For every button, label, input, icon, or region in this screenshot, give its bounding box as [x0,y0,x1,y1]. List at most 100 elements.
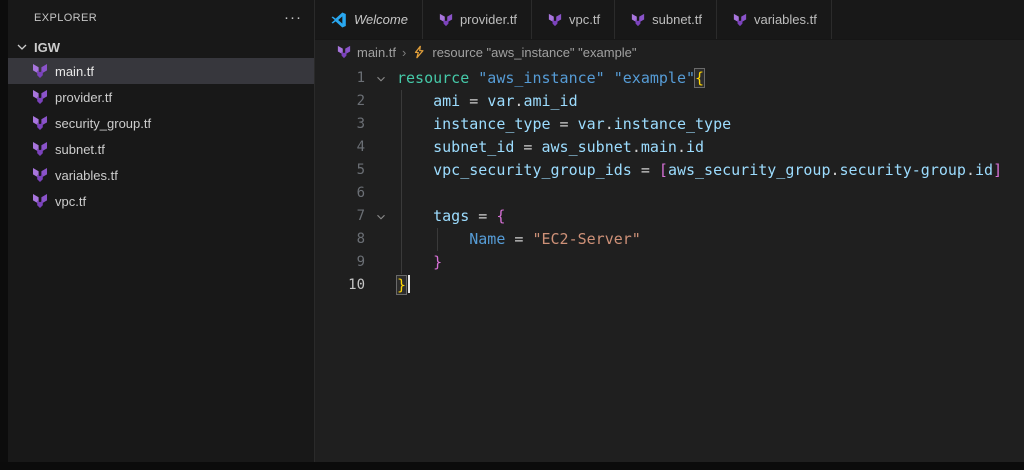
sidebar-file-subnet.tf[interactable]: subnet.tf [8,136,314,162]
sidebar-file-provider.tf[interactable]: provider.tf [8,84,314,110]
code-text: } [397,251,442,274]
indent-guide [401,136,402,159]
indent-guide [401,90,402,113]
vscode-logo-icon [331,12,346,27]
line-number: 8 [356,231,365,247]
sidebar-file-vpc.tf[interactable]: vpc.tf [8,188,314,214]
gutter-fold [365,67,397,90]
breadcrumb-file[interactable]: main.tf [337,45,396,60]
code-text: ami = var.ami_id [397,90,578,113]
code-token: = [460,92,488,110]
tab-variables-tf[interactable]: variables.tf [717,0,832,39]
code-line-5[interactable]: 5 vpc_security_group_ids = [aws_security… [315,159,1024,182]
breadcrumb: main.tf › resource "aws_instance" "examp… [315,40,1024,64]
code-line-10[interactable]: 10} [315,274,1024,297]
code-token: var [487,92,515,110]
terraform-icon [33,116,47,130]
terraform-icon [33,142,47,156]
code-line-3[interactable]: 3 instance_type = var.instance_type [315,113,1024,136]
code-token: { [496,207,506,225]
code-token: id [975,161,994,179]
code-token: . [631,138,641,156]
tab-label: Welcome [354,12,408,27]
sidebar-file-main.tf[interactable]: main.tf [8,58,314,84]
sidebar-file-security_group.tf[interactable]: security_group.tf [8,110,314,136]
gutter-fold [365,113,397,136]
explorer-header: EXPLORER ··· [8,0,314,36]
file-name: security_group.tf [55,115,152,131]
line-number: 4 [356,139,365,155]
gutter-fold [365,228,397,251]
gutter-fold [365,182,397,205]
text-cursor [408,275,411,293]
code-token: subnet_id [433,138,515,156]
line-number: 2 [356,93,365,109]
terraform-icon [337,45,351,59]
code-text: vpc_security_group_ids = [aws_security_g… [397,159,1002,182]
code-line-4[interactable]: 4 subnet_id = aws_subnet.main.id [315,136,1024,159]
tab-label: provider.tf [459,12,518,27]
code-token: aws_security_group [667,161,831,179]
code-token: } [395,275,408,295]
explorer-sidebar: EXPLORER ··· IGW main.tf provider.tf sec… [8,0,314,462]
fold-chevron-icon[interactable] [374,72,388,86]
breadcrumb-file-label: main.tf [357,44,397,60]
code-token: aws_subnet [541,138,632,156]
tab-welcome[interactable]: Welcome [315,0,423,39]
breadcrumb-separator: › [402,44,407,60]
gutter-fold [365,159,397,182]
code-token: . [965,161,975,179]
code-token: var [577,115,605,133]
code-token: tags [433,207,470,225]
code-line-6[interactable]: 6 [315,182,1024,205]
indent-guide [401,159,402,182]
line-number: 3 [356,116,365,132]
line-number: 9 [356,254,365,270]
code-token: instance_type [433,115,551,133]
code-token: main [640,138,677,156]
indent-guide [401,205,402,228]
code-token: [ [658,161,668,179]
line-number: 10 [348,277,365,293]
code-token: } [433,253,443,271]
breadcrumb-symbol[interactable]: resource "aws_instance" "example" [412,45,637,60]
folder-name: IGW [34,39,60,55]
code-token: vpc_security_group_ids [433,161,632,179]
gutter-fold [365,136,397,159]
code-token: = [550,115,578,133]
code-line-8[interactable]: 8 Name = "EC2-Server" [315,228,1024,251]
indent-guide [437,228,438,251]
code-text: subnet_id = aws_subnet.main.id [397,136,704,159]
code-line-1[interactable]: 1 resource "aws_instance" "example"{ [315,67,1024,90]
code-line-9[interactable]: 9 } [315,251,1024,274]
file-name: subnet.tf [55,141,105,157]
indent-guide [401,228,402,251]
line-number: 6 [356,185,365,201]
sidebar-file-variables.tf[interactable]: variables.tf [8,162,314,188]
fold-chevron-icon[interactable] [374,210,388,224]
code-line-2[interactable]: 2 ami = var.ami_id [315,90,1024,113]
code-editor[interactable]: 1 resource "aws_instance" "example"{2 am… [315,64,1024,462]
chevron-down-icon [17,44,27,50]
terraform-icon [33,168,47,182]
file-name: variables.tf [55,167,118,183]
folder-section-igw[interactable]: IGW [8,36,314,58]
code-token: = [514,138,542,156]
code-token: instance_type [613,115,732,133]
tab-subnet-tf[interactable]: subnet.tf [615,0,717,39]
more-actions-icon[interactable]: ··· [284,10,302,25]
tab-provider-tf[interactable]: provider.tf [423,0,533,39]
tab-vpc-tf[interactable]: vpc.tf [532,0,616,39]
line-number: 7 [356,208,365,224]
gutter-fold [365,251,397,274]
editor-area: Welcome provider.tf vpc.tf subnet.tf var… [314,0,1024,462]
code-line-7[interactable]: 7 tags = { [315,205,1024,228]
code-text: tags = { [397,205,505,228]
indent-guide [401,182,402,205]
code-token: ami [433,92,461,110]
